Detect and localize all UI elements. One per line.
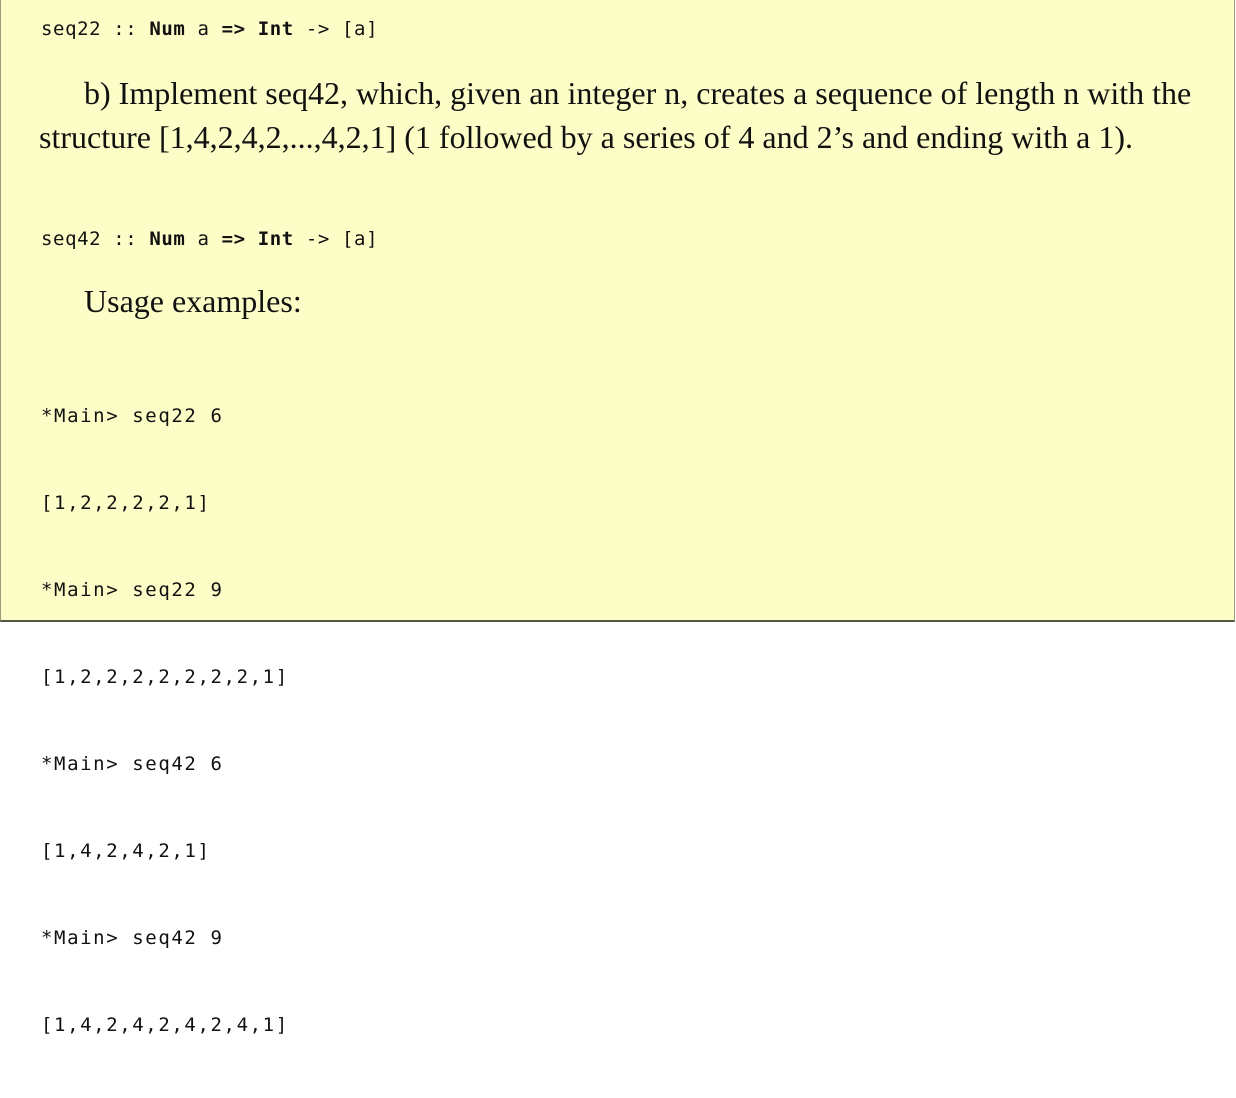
usage-heading: Usage examples: xyxy=(84,283,302,319)
type-class: Num xyxy=(149,18,186,40)
ghci-prompt-line: *Main> seq42 9 xyxy=(41,927,224,949)
type-variable: a xyxy=(185,18,222,40)
type-variable: a xyxy=(185,228,222,250)
type-class: Num xyxy=(149,228,186,250)
ghci-output-line: [1,2,2,2,2,2,2,2,1] xyxy=(41,666,289,688)
return-type: [a] xyxy=(342,228,379,250)
type-signature-seq22: seq22 :: Num a => Int -> [a] xyxy=(41,18,378,40)
argument-type: Int xyxy=(245,228,294,250)
type-signature-seq42: seq42 :: Num a => Int -> [a] xyxy=(41,228,378,250)
exercise-b-description: b) Implement seq42, which, given an inte… xyxy=(39,75,1192,155)
function-arrow: -> xyxy=(293,18,342,40)
constraint-arrow: => xyxy=(221,228,246,250)
ghci-prompt-line: *Main> seq22 9 xyxy=(41,579,224,601)
function-name: seq22 xyxy=(41,18,102,40)
ghci-output-line: [1,2,2,2,2,1] xyxy=(41,492,211,514)
ghci-prompt-line: *Main> seq22 6 xyxy=(41,405,224,427)
constraint-arrow: => xyxy=(221,18,246,40)
argument-type: Int xyxy=(245,18,294,40)
type-separator: :: xyxy=(101,18,150,40)
ghci-output-line: [1,4,2,4,2,4,2,4,1] xyxy=(41,1014,289,1036)
return-type: [a] xyxy=(342,18,379,40)
ghci-output-line: [1,4,2,4,2,1] xyxy=(41,840,211,862)
usage-examples-block: *Main> seq22 6 [1,2,2,2,2,1] *Main> seq2… xyxy=(41,344,289,1098)
type-separator: :: xyxy=(101,228,150,250)
ghci-prompt-line: *Main> seq42 6 xyxy=(41,753,224,775)
exercise-panel: seq22 :: Num a => Int -> [a] b) Implemen… xyxy=(0,0,1235,1036)
function-name: seq42 xyxy=(41,228,102,250)
function-arrow: -> xyxy=(293,228,342,250)
